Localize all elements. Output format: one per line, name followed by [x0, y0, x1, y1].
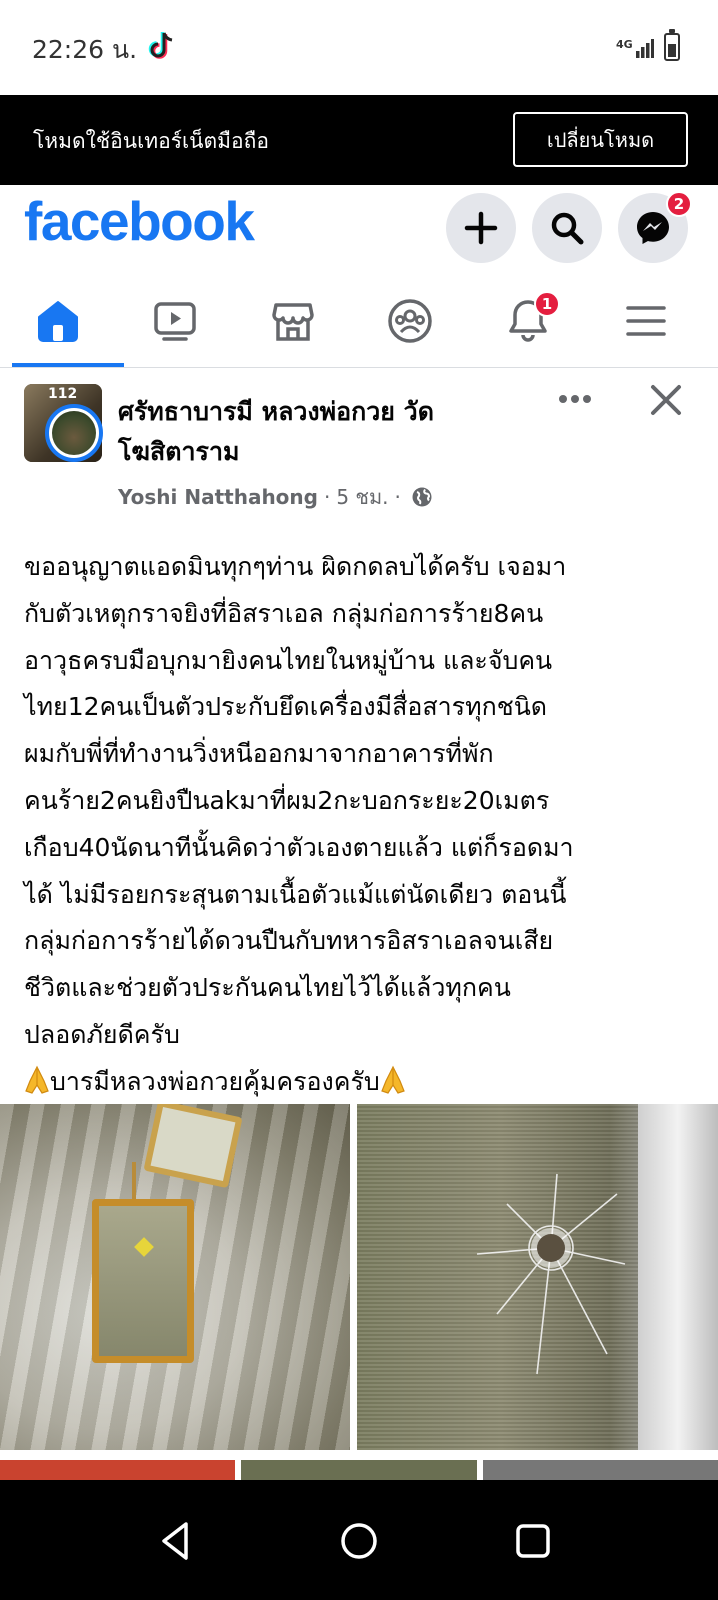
tab-marketplace[interactable] — [243, 275, 343, 367]
post-text-line: ชีวิตและช่วยตัวประกันคนไทยไว้ได้แล้วทุกค… — [24, 973, 511, 1003]
messenger-button[interactable]: 2 — [618, 191, 692, 263]
post-closing-text: บารมีหลวงพ่อกวยคุ้มครองครับ — [50, 1066, 380, 1096]
more-options-icon[interactable] — [558, 392, 592, 406]
user-avatar[interactable] — [45, 404, 103, 462]
messenger-icon — [637, 212, 669, 244]
shop-icon — [272, 303, 314, 341]
search-button[interactable] — [532, 193, 602, 263]
post-photos — [0, 1104, 718, 1450]
glass-crack-graphic — [476, 1173, 626, 1375]
post-title-line-2: โฆสิตาราม — [118, 437, 240, 466]
menu-icon — [626, 306, 666, 336]
status-time: 22:26 น. — [32, 35, 138, 64]
create-button[interactable] — [446, 193, 516, 263]
page-avatar-text: 112 — [48, 386, 78, 402]
post-meta: Yoshi Natthahong · 5 ชม. · — [118, 481, 433, 513]
globe-icon — [412, 487, 432, 507]
praying-hands-icon — [25, 1065, 49, 1094]
post-text-line: ผมกับพี่ที่ทำงานวิ่งหนีออกมาจากอาคารที่พ… — [24, 739, 494, 769]
tab-watch[interactable] — [125, 275, 225, 367]
post-text-line: อาวุธครบมือบุกมายิงคนไทยในหมู่บ้าน และจั… — [24, 645, 553, 675]
back-icon[interactable] — [152, 1516, 202, 1566]
home-circle-icon[interactable] — [334, 1516, 384, 1566]
notifications-badge: 1 — [534, 291, 560, 317]
video-icon — [154, 302, 196, 341]
post-page-title[interactable]: ศรัทธาบารมี หลวงพ่อกวย วัด โฆสิตาราม — [118, 392, 538, 472]
post-text-last-line: บารมีหลวงพ่อกวยคุ้มครองครับ — [24, 1059, 704, 1106]
data-mode-text: โหมดใช้อินเทอร์เน็ตมือถือ — [33, 129, 269, 153]
plus-icon — [464, 211, 498, 245]
post-title-line-1: ศรัทธาบารมี หลวงพ่อกวย วัด — [118, 397, 434, 426]
main-nav: 1 — [0, 275, 718, 368]
bullet-hole-window-photo[interactable] — [357, 1104, 718, 1450]
meta-separator: · — [323, 485, 331, 509]
post-text-line: ไทย12คนเป็นตัวประกับยึดเครื่องมีสื่อสารท… — [24, 692, 548, 722]
more-photos-strip — [0, 1460, 718, 1480]
post-text-line: เกือบ40นัดนาทีนั้นคิดว่าตัวเองตายแล้ว แต… — [24, 832, 574, 862]
messenger-badge: 2 — [666, 191, 692, 217]
post-text-line: กับตัวเหตุกราจยิงที่อิสราเอล กลุ่มก่อการ… — [24, 598, 544, 628]
app-header: facebook 2 — [0, 185, 718, 270]
post-author[interactable]: Yoshi Natthahong — [118, 485, 318, 509]
tab-menu[interactable] — [596, 275, 696, 367]
tab-groups[interactable] — [360, 275, 460, 367]
tab-notifications[interactable]: 1 — [478, 275, 578, 367]
post-body: ขออนุญาตแอดมินทุกๆท่าน ผิดกดลบได้ครับ เจ… — [24, 544, 704, 1106]
home-icon — [38, 301, 78, 342]
recent-apps-icon[interactable] — [508, 1516, 558, 1566]
status-bar: 22:26 น. 4G — [0, 0, 718, 95]
praying-hands-icon — [380, 1065, 405, 1094]
facebook-logo[interactable]: facebook — [24, 189, 255, 253]
post-text-line: คนร้าย2คนยิงปืนakมาที่ผม2กะบอกระยะ20เมตร — [24, 785, 550, 815]
amulet-photo[interactable] — [0, 1104, 350, 1450]
post-text-line: กลุ่มก่อการร้ายได้ดวนปืนกับทหารอิสราเอลจ… — [24, 926, 554, 956]
post-text-line: ขออนุญาตแอดมินทุกๆท่าน ผิดกดลบได้ครับ เจ… — [24, 552, 567, 581]
bullet-hole — [537, 1234, 565, 1262]
active-tab-indicator — [12, 363, 124, 367]
data-mode-banner: โหมดใช้อินเทอร์เน็ตมือถือ เปลี่ยนโหมด — [0, 95, 718, 185]
groups-icon — [388, 299, 432, 343]
system-navigation-bar — [0, 1480, 718, 1600]
battery-icon — [664, 29, 680, 61]
meta-separator: · — [394, 485, 401, 509]
post-time[interactable]: 5 ชม. — [336, 481, 388, 513]
feed-post: 112 ศรัทธาบารมี หลวงพ่อกวย วัด โฆสิตาราม… — [0, 368, 718, 1480]
post-text-line: ได้ ไม่มีรอยกระสุนตามเนื้อตัวแม้แต่นัดเด… — [24, 879, 567, 909]
close-icon[interactable] — [648, 382, 684, 418]
search-icon — [551, 212, 584, 245]
signal-icon — [636, 39, 654, 58]
post-text-line: ปลอดภัยดีครับ — [24, 1019, 180, 1049]
tiktok-icon — [148, 32, 173, 59]
tab-home[interactable] — [8, 275, 108, 367]
switch-mode-button[interactable]: เปลี่ยนโหมด — [513, 112, 688, 167]
